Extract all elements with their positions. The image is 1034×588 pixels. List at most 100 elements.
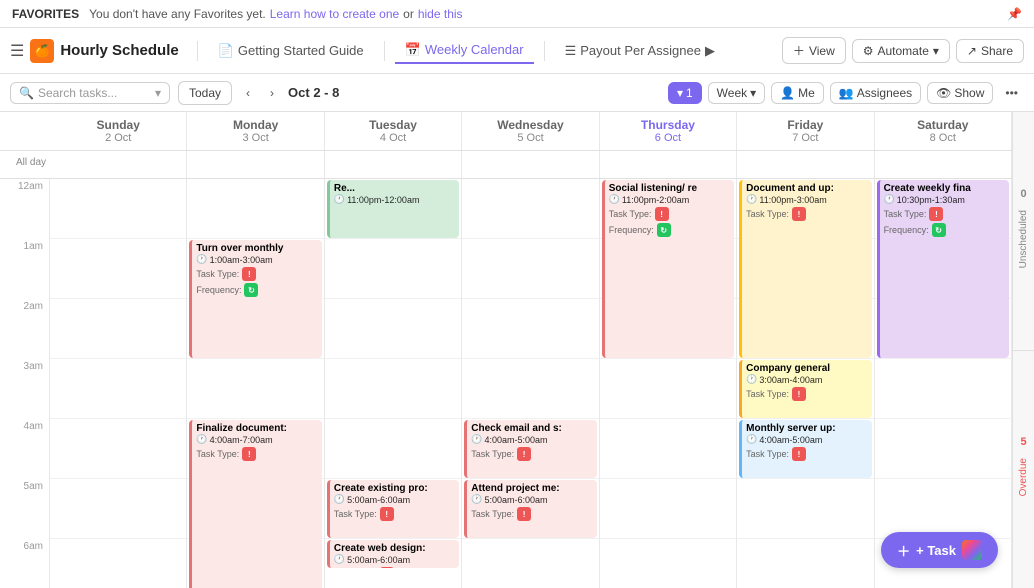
day-cell-2-3[interactable] [325, 359, 462, 419]
task-type-row: Task Type: ! [471, 447, 592, 461]
day-cell-2-1[interactable] [325, 239, 462, 299]
day-cell-4-4[interactable] [600, 419, 737, 479]
day-cell-3-1[interactable] [462, 239, 599, 299]
task-block-t10[interactable]: Create existing pro:🕐5:00am-6:00amTask T… [327, 480, 459, 538]
day-cell-5-4[interactable]: Monthly server up:🕐4:00am-5:00amTask Typ… [737, 419, 874, 479]
task-title: Re... [334, 183, 455, 194]
day-cell-2-4[interactable] [325, 419, 462, 479]
search-icon: 🔍 [19, 86, 34, 100]
task-block-t3[interactable]: Turn over monthly🕐1:00am-3:00amTask Type… [189, 240, 321, 358]
app-title: Hourly Schedule [60, 42, 178, 59]
day-cell-5-6[interactable] [737, 539, 874, 588]
day-cell-4-3[interactable] [600, 359, 737, 419]
assignees-btn[interactable]: 👥 Assignees [830, 82, 921, 104]
today-button[interactable]: Today [178, 81, 232, 105]
tab-getting-started[interactable]: 📄 Getting Started Guide [208, 39, 374, 63]
day-cell-0-5[interactable] [50, 479, 187, 539]
day-header-fri: Friday 7 Oct [737, 112, 874, 150]
day-cell-0-4[interactable] [50, 419, 187, 479]
tab-weekly-calendar[interactable]: 📅 Weekly Calendar [395, 38, 534, 64]
task-block-t12[interactable]: Create web design:🕐5:00am-6:00amTask Typ… [327, 540, 459, 568]
day-cell-3-6[interactable] [462, 539, 599, 588]
task-block-t6[interactable]: Company general🕐3:00am-4:00amTask Type: … [739, 360, 871, 418]
day-cell-2-0[interactable]: Re...🕐11:00pm-12:00am [325, 179, 462, 239]
day-cell-1-3[interactable] [187, 359, 324, 419]
task-block-t1[interactable]: Re...🕐11:00pm-12:00am [327, 180, 459, 238]
task-time: 🕐11:00pm-2:00am [609, 194, 730, 205]
overdue-count: 5 [1020, 436, 1026, 448]
day-header-sun: Sunday 2 Oct [50, 112, 187, 150]
day-cell-1-0[interactable] [187, 179, 324, 239]
learn-link[interactable]: Learn how to create one [270, 7, 399, 21]
day-cell-4-6[interactable] [600, 539, 737, 588]
day-cell-5-5[interactable] [737, 479, 874, 539]
week-btn[interactable]: Week ▾ [708, 82, 766, 104]
hide-link[interactable]: hide this [418, 7, 463, 21]
day-cell-1-4[interactable]: Finalize document:🕐4:00am-7:00amTask Typ… [187, 419, 324, 479]
day-cell-5-0[interactable]: Document and up:🕐11:00pm-3:00amTask Type… [737, 179, 874, 239]
share-button[interactable]: ↗ Share [956, 39, 1024, 63]
banner-message: You don't have any Favorites yet. [89, 7, 266, 21]
day-cell-3-5[interactable]: Attend project me:🕐5:00am-6:00amTask Typ… [462, 479, 599, 539]
search-box[interactable]: 🔍 Search tasks... ▾ [10, 82, 170, 104]
day-cell-6-3[interactable] [875, 359, 1012, 419]
task-time: 🕐11:00pm-12:00am [334, 194, 455, 205]
task-block-t4[interactable]: Document and up:🕐11:00pm-3:00amTask Type… [739, 180, 871, 358]
day-cell-0-0[interactable] [50, 179, 187, 239]
prev-arrow[interactable]: ‹ [240, 84, 256, 102]
task-time: 🕐4:00am-5:00am [746, 434, 867, 445]
day-cell-6-5[interactable] [875, 479, 1012, 539]
day-cell-0-2[interactable] [50, 299, 187, 359]
list-icon: ☰ [565, 43, 577, 59]
day-cell-4-5[interactable] [600, 479, 737, 539]
day-cell-2-2[interactable] [325, 299, 462, 359]
day-cell-6-4[interactable] [875, 419, 1012, 479]
tab-payout[interactable]: ☰ Payout Per Assignee ▶ [555, 39, 725, 63]
calendar-main: Sunday 2 Oct Monday 3 Oct Tuesday 4 Oct … [0, 112, 1012, 588]
next-arrow[interactable]: › [264, 84, 280, 102]
person-icon: 👤 [780, 86, 795, 100]
day-cell-3-2[interactable] [462, 299, 599, 359]
task-title: Create web design: [334, 543, 455, 554]
view-button[interactable]: ＋ View [782, 37, 846, 64]
day-cell-6-0[interactable]: Create weekly fina🕐10:30pm-1:30amTask Ty… [875, 179, 1012, 239]
show-btn[interactable]: 👁 Show [927, 82, 993, 104]
automate-button[interactable]: ⚙ Automate ▾ [852, 39, 950, 63]
day-cell-0-3[interactable] [50, 359, 187, 419]
allday-row: All day [0, 151, 1012, 179]
task-type-row: Task Type: ! [334, 507, 455, 521]
day-header-thu: Thursday 6 Oct [600, 112, 737, 150]
favorites-label: FAVORITES [12, 7, 79, 21]
task-type-row: Task Type: ! [609, 207, 730, 221]
day-cell-3-3[interactable] [462, 359, 599, 419]
tab-divider2 [384, 41, 385, 61]
day-cell-0-6[interactable] [50, 539, 187, 588]
day-cell-3-4[interactable]: Check email and s:🕐4:00am-5:00amTask Typ… [462, 419, 599, 479]
day-cell-3-0[interactable] [462, 179, 599, 239]
task-title: Company general [746, 363, 867, 374]
time-label-5am: 5am [0, 479, 50, 539]
day-cell-0-1[interactable] [50, 239, 187, 299]
task-block-t11[interactable]: Attend project me:🕐5:00am-6:00amTask Typ… [464, 480, 596, 538]
task-type-row: Task Type: ! [471, 507, 592, 521]
task-time: 🕐5:00am-6:00am [334, 554, 455, 565]
task-block-t7[interactable]: Monthly server up:🕐4:00am-5:00amTask Typ… [739, 420, 871, 478]
filter-count-btn[interactable]: ▾ 1 [668, 82, 702, 104]
day-cell-1-1[interactable]: Turn over monthly🕐1:00am-3:00amTask Type… [187, 239, 324, 299]
day-cell-2-5[interactable]: Create existing pro:🕐5:00am-6:00amTask T… [325, 479, 462, 539]
more-options-icon[interactable]: ••• [999, 84, 1024, 102]
me-btn[interactable]: 👤 Me [771, 82, 824, 104]
day-cell-2-6[interactable]: Create web design:🕐5:00am-6:00amTask Typ… [325, 539, 462, 588]
task-time: 🕐5:00am-6:00am [471, 494, 592, 505]
day-cell-4-0[interactable]: Social listening/ re🕐11:00pm-2:00amTask … [600, 179, 737, 239]
overdue-label: Overdue [1018, 452, 1029, 502]
hamburger-menu[interactable]: ☰ [10, 41, 24, 61]
task-block-t5[interactable]: Create weekly fina🕐10:30pm-1:30amTask Ty… [877, 180, 1009, 358]
add-task-button[interactable]: ＋ + Task [881, 532, 998, 568]
task-type-row: Task Type: ! [746, 387, 867, 401]
task-title: Create weekly fina [884, 183, 1005, 194]
task-block-t8[interactable]: Finalize document:🕐4:00am-7:00amTask Typ… [189, 420, 321, 588]
day-cell-5-3[interactable]: Company general🕐3:00am-4:00amTask Type: … [737, 359, 874, 419]
task-block-t9[interactable]: Check email and s:🕐4:00am-5:00amTask Typ… [464, 420, 596, 478]
task-block-t2[interactable]: Social listening/ re🕐11:00pm-2:00amTask … [602, 180, 734, 358]
